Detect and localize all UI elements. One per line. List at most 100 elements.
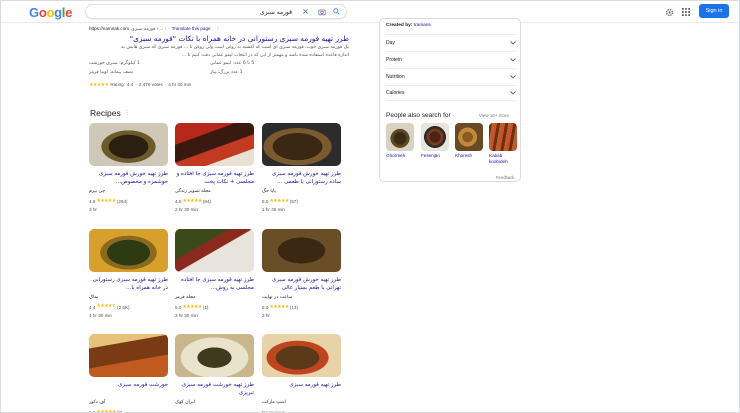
apps-grid-icon[interactable] — [680, 6, 692, 18]
related-dish-khoresh[interactable]: Khoresh — [455, 123, 483, 159]
recipe-card[interactable]: طرز تهیه قورمه سبزی اسپ مارکت No reviews — [262, 334, 341, 413]
recipe-title[interactable]: طرز تهیه قورمه سبزی جا افتاده مجلسی به ر… — [175, 277, 254, 292]
recipe-title[interactable]: طرز تهیه قورمه سبزی جا افتاده و مجلسی + … — [175, 171, 254, 186]
recipe-cook-time: 4 hr 30 min — [89, 313, 112, 318]
recipe-title[interactable]: طرز تهیه خورش قورمه سبزی تهرانی با طعم ب… — [262, 277, 341, 292]
recipe-review-count: (2.5K) — [117, 304, 130, 310]
recipe-thumbnail — [262, 229, 341, 272]
recipes-heading: Recipes ⋮ — [90, 108, 130, 118]
recipe-rating-row: No reviews — [262, 409, 341, 413]
recipes-title: Recipes — [90, 108, 121, 118]
view-more-link[interactable]: View 10+ more — [479, 113, 509, 118]
recipe-card[interactable]: طرز تهیه قورمه سبزی رستورانی در خانه همر… — [89, 229, 168, 319]
related-dish-label: Fesenjān — [421, 153, 440, 158]
recipe-cook-time: 3 hr — [89, 207, 97, 212]
recipe-card[interactable]: طرز تهیه قورمه سبزی جا افتاده مجلسی به ر… — [175, 229, 254, 319]
search-icon[interactable] — [331, 6, 342, 17]
recipe-rating-value: 5.0 — [89, 409, 96, 413]
recipe-rating-value: 4.4 — [89, 304, 96, 310]
sign-in-button[interactable]: Sign in — [699, 4, 729, 18]
result-title[interactable]: طرز تهیه قورمه سبزی رستورانی در خانه همر… — [89, 34, 349, 43]
search-input[interactable] — [92, 7, 292, 17]
recipe-source: آف دکور — [89, 400, 106, 405]
star-rating-icon: ★★★★★ — [182, 304, 202, 310]
star-rating-icon: ★★★★★ — [182, 198, 202, 204]
recipe-card[interactable]: طرز تهیه قورمه سبزی جا افتاده و مجلسی + … — [175, 123, 254, 213]
recipe-review-count: No reviews — [262, 409, 285, 413]
recipe-source: نماک — [89, 295, 99, 300]
related-dish-label: Khoresh — [455, 153, 473, 158]
feedback-link[interactable]: Feedback — [496, 175, 514, 180]
search-results-page: Google Sign in — [0, 0, 740, 413]
recipe-rating-value: 5.0 — [175, 304, 182, 310]
google-logo[interactable]: Google — [29, 5, 72, 20]
vote-count: 2,476 votes — [138, 82, 163, 87]
recipe-cook-time: 2 hr — [262, 313, 270, 318]
chevron-down-icon — [510, 91, 516, 95]
fact-item: 1 کیلوگرم: سبزی خورشت — [89, 61, 141, 66]
nutrition-row-label: Calories — [386, 90, 405, 96]
result-snippet-line-2: اندازه قاعده استفاده شده باشد و مهمتر از… — [181, 53, 349, 58]
recipe-card[interactable]: طرز تهیه خورشت قورمه سبزی تبریزی ایران کو… — [175, 334, 254, 412]
recipe-title[interactable]: طرز تهیه قورمه سبزی — [262, 382, 341, 397]
recipe-review-count: (13) — [289, 304, 298, 310]
recipe-title[interactable]: خورشت قورمه سبزی — [89, 382, 168, 397]
recipe-rating-value: 5.0 — [262, 198, 269, 204]
nutrition-row-protein[interactable]: Protein — [386, 51, 516, 67]
recipe-source: مجله فرمز — [175, 295, 196, 300]
people-also-search-heading: People also search for — [386, 112, 451, 119]
star-rating-icon: ★★★★⯪ — [96, 303, 117, 309]
recipe-rating-value: 5.0 — [262, 304, 269, 310]
chevron-down-icon — [510, 40, 516, 45]
recipe-title[interactable]: طرز تهیه خورشت قورمه سبزی تبریزی — [175, 382, 254, 397]
recipe-title[interactable]: طرز تهیه خورش قورمه سبزی خوشمزه و مخصوص.… — [89, 171, 168, 186]
created-by-link[interactable]: Iranians — [414, 23, 431, 28]
result-breadcrumb: › ... › قورمه سبزی — [131, 25, 167, 31]
nutrition-row-calories[interactable]: Calories — [386, 85, 516, 101]
recipe-thumbnail — [89, 229, 168, 272]
fact-item: 5 تا 6 عدد: لیمو عمانی — [210, 61, 255, 66]
recipe-rating-row: 4.4 ★★★★⯪ (2.5K) — [89, 303, 168, 310]
recipe-title[interactable]: طرز تهیه خورش قورمه سبزی ساده رستورانی ب… — [262, 171, 341, 186]
rating-value: 4.4 — [126, 82, 134, 87]
recipe-review-count: (84) — [202, 198, 211, 204]
recipe-rating-row: 5.0 ★★★★★ (57) — [262, 198, 341, 204]
recipe-card[interactable]: طرز تهیه خورش قورمه سبزی خوشمزه و مخصوص.… — [89, 123, 168, 213]
star-rating-icon: ★★★★★ — [269, 198, 289, 204]
recipe-cook-time: 1 hr 45 min — [262, 207, 285, 212]
fact-item: نصف پیمانه: لوبیا قرمز — [89, 70, 133, 75]
recipe-rating-value: 4.9 — [89, 198, 96, 204]
recipe-title[interactable]: طرز تهیه قورمه سبزی رستورانی در خانه همر… — [89, 277, 168, 292]
recipe-card[interactable]: خورشت قورمه سبزی آف دکور 5.0 ★★★★★ (8) — [89, 334, 168, 413]
recipe-cook-time: 3 hr 30 min — [175, 313, 198, 318]
recipe-source: ساعت در نهایت — [262, 295, 293, 300]
logo-letter: g — [54, 5, 62, 20]
recipe-source: چی بپزم — [89, 189, 106, 194]
dish-thumbnail — [455, 123, 483, 151]
recipe-rating-row — [175, 409, 254, 412]
more-options-icon[interactable]: ⋮ — [216, 26, 221, 32]
nutrition-row-day[interactable]: Day — [386, 34, 516, 50]
related-dish-kabab-koobideh[interactable]: Kabab koobideh — [489, 123, 517, 165]
recipe-card[interactable]: طرز تهیه خورش قورمه سبزی ساده رستورانی ب… — [262, 123, 341, 213]
fact-item: 1 عدد بزرگ: پیاز — [210, 70, 243, 75]
logo-letter: o — [46, 5, 55, 20]
result-url[interactable]: https://namnak.com — [89, 26, 129, 31]
dish-thumbnail — [386, 123, 414, 151]
close-icon[interactable] — [300, 6, 311, 17]
recipe-review-count: (8) — [116, 409, 123, 413]
search-box[interactable] — [85, 4, 347, 19]
related-dish-fesenjan[interactable]: Fesenjān — [421, 123, 449, 159]
info-icon[interactable]: ⋮ — [125, 110, 130, 116]
recipe-rating-row: 5.0 ★★★★★ (13) — [262, 304, 341, 310]
related-dish-ghormeh[interactable]: Ghormeh — [386, 123, 414, 159]
camera-icon[interactable] — [316, 6, 327, 17]
nutrition-row-nutrition[interactable]: Nutrition — [386, 68, 516, 84]
nutrition-row-label: Protein — [386, 56, 402, 63]
top-search-result: https://namnak.com › ... › قورمه سبزی · … — [89, 25, 349, 88]
recipe-thumbnail — [175, 334, 254, 377]
translate-link[interactable]: Translate this page — [172, 26, 211, 31]
created-by-label: Created by: — [386, 23, 413, 28]
recipe-card[interactable]: طرز تهیه خورش قورمه سبزی تهرانی با طعم ب… — [262, 229, 341, 319]
settings-icon[interactable] — [663, 6, 675, 18]
